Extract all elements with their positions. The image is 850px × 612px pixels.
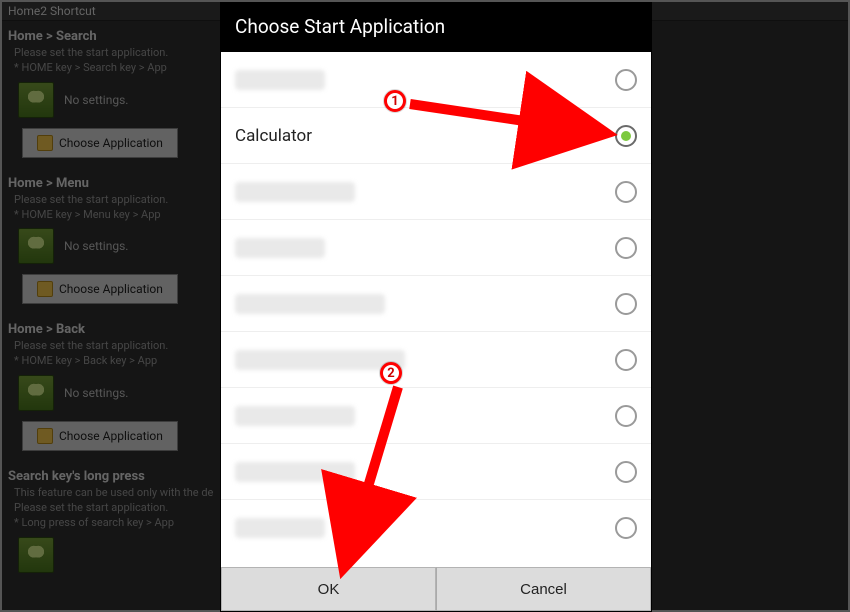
android-icon — [18, 228, 54, 264]
button-label: Choose Application — [59, 282, 163, 296]
android-icon — [18, 82, 54, 118]
radio-button[interactable] — [615, 181, 637, 203]
screenshot-root: Home2 Shortcut Home > Search Please set … — [0, 0, 850, 612]
radio-button[interactable] — [615, 517, 637, 539]
dialog-option-list[interactable]: Calculator — [221, 52, 651, 567]
no-settings-label: No settings. — [64, 386, 128, 400]
app-option-label-redacted — [235, 238, 325, 258]
radio-button[interactable] — [615, 293, 637, 315]
cancel-button[interactable]: Cancel — [436, 567, 651, 611]
hand-icon — [37, 135, 53, 151]
app-option[interactable] — [221, 164, 651, 220]
hand-icon — [37, 428, 53, 444]
app-option[interactable] — [221, 220, 651, 276]
radio-button[interactable] — [615, 69, 637, 91]
app-option-label-redacted — [235, 518, 325, 538]
hand-icon — [37, 281, 53, 297]
app-option-label-redacted — [235, 294, 385, 314]
no-settings-label: No settings. — [64, 239, 128, 253]
ok-button[interactable]: OK — [221, 567, 436, 611]
android-icon — [18, 375, 54, 411]
radio-button[interactable] — [615, 349, 637, 371]
android-icon — [18, 537, 54, 573]
app-option-label-redacted — [235, 70, 325, 90]
app-option[interactable] — [221, 276, 651, 332]
button-label: Choose Application — [59, 136, 163, 150]
dialog-title: Choose Start Application — [221, 3, 651, 52]
radio-button[interactable] — [615, 125, 637, 147]
choose-application-button[interactable]: Choose Application — [22, 128, 178, 158]
app-option[interactable] — [221, 444, 651, 500]
app-option[interactable]: Calculator — [221, 108, 651, 164]
app-option[interactable] — [221, 52, 651, 108]
choose-application-button[interactable]: Choose Application — [22, 274, 178, 304]
choose-app-dialog: Choose Start Application Calculator OK C… — [220, 2, 652, 612]
annotation-marker-1: 1 — [384, 90, 406, 112]
radio-button[interactable] — [615, 461, 637, 483]
radio-button[interactable] — [615, 405, 637, 427]
app-option[interactable] — [221, 332, 651, 388]
dialog-actions: OK Cancel — [221, 567, 651, 611]
app-option-label-redacted — [235, 182, 355, 202]
button-label: Choose Application — [59, 429, 163, 443]
no-settings-label: No settings. — [64, 93, 128, 107]
app-option[interactable] — [221, 500, 651, 556]
app-option-label-redacted — [235, 462, 355, 482]
radio-button[interactable] — [615, 237, 637, 259]
annotation-marker-2: 2 — [380, 362, 402, 384]
app-option-label-redacted — [235, 350, 405, 370]
choose-application-button[interactable]: Choose Application — [22, 421, 178, 451]
app-option-label-redacted — [235, 406, 355, 426]
app-option[interactable] — [221, 388, 651, 444]
app-option-label: Calculator — [235, 126, 615, 146]
